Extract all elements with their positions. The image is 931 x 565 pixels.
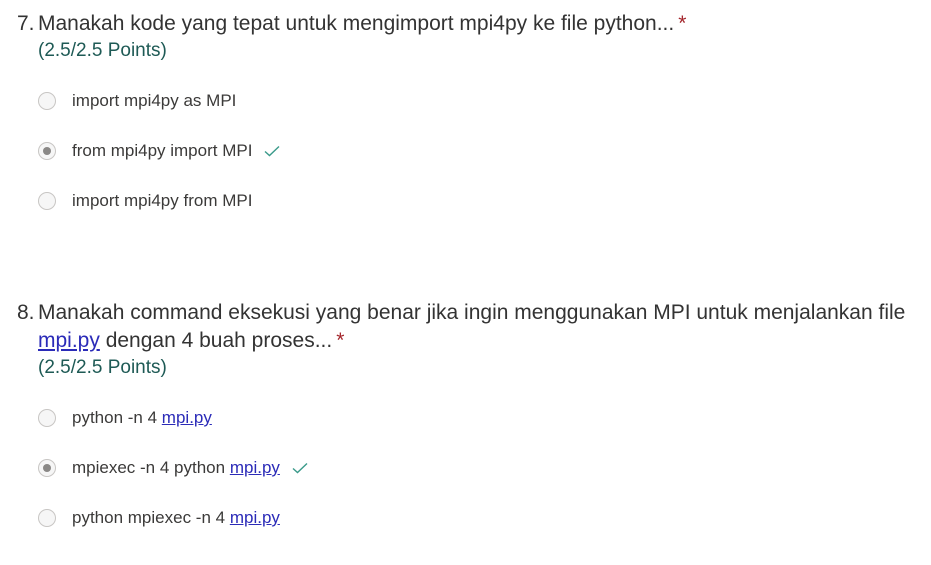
question-7: 7. Manakah kode yang tepat untuk mengimp… <box>17 10 917 226</box>
mpi-py-link[interactable]: mpi.py <box>230 508 280 527</box>
question-text: Manakah kode yang tepat untuk mengimport… <box>38 12 675 35</box>
option-import-mpi4py-as-mpi[interactable]: import mpi4py as MPI <box>38 76 917 126</box>
radio-button[interactable] <box>38 192 56 210</box>
question-title: 8. Manakah command eksekusi yang benar j… <box>17 299 917 355</box>
mpi-py-link[interactable]: mpi.py <box>230 458 280 477</box>
radio-button[interactable] <box>38 92 56 110</box>
question-points: (2.5/2.5 Points) <box>38 40 167 61</box>
options-list: import mpi4py as MPI from mpi4py import … <box>38 76 917 226</box>
option-label: import mpi4py from MPI <box>72 191 253 210</box>
option-import-mpi4py-from-mpi[interactable]: import mpi4py from MPI <box>38 176 917 226</box>
radio-button-selected[interactable] <box>38 459 56 477</box>
question-number: 8. <box>17 301 35 324</box>
option-label: python mpiexec -n 4 <box>72 508 226 527</box>
option-mpiexec-n4-python[interactable]: mpiexec -n 4 python mpi.py <box>38 443 917 493</box>
option-python-mpiexec-n4[interactable]: python mpiexec -n 4 mpi.py <box>38 493 917 543</box>
options-list: python -n 4 mpi.py mpiexec -n 4 python m… <box>38 393 917 543</box>
radio-button[interactable] <box>38 509 56 527</box>
check-icon <box>292 462 308 474</box>
mpi-py-link[interactable]: mpi.py <box>38 329 100 352</box>
option-label: import mpi4py as MPI <box>72 91 237 110</box>
check-icon <box>264 145 280 157</box>
question-number: 7. <box>17 12 35 35</box>
question-text-end: dengan 4 buah proses... <box>105 329 333 352</box>
option-from-mpi4py-import-mpi[interactable]: from mpi4py import MPI <box>38 126 917 176</box>
radio-button[interactable] <box>38 409 56 427</box>
required-asterisk: * <box>678 12 687 35</box>
question-title: 7. Manakah kode yang tepat untuk mengimp… <box>17 10 917 38</box>
radio-button-selected[interactable] <box>38 142 56 160</box>
option-label: python -n 4 <box>72 408 158 427</box>
mpi-py-link[interactable]: mpi.py <box>162 408 212 427</box>
required-asterisk: * <box>336 329 345 352</box>
question-8: 8. Manakah command eksekusi yang benar j… <box>17 299 917 543</box>
option-label: from mpi4py import MPI <box>72 141 253 160</box>
question-points: (2.5/2.5 Points) <box>38 357 167 378</box>
option-label: mpiexec -n 4 python <box>72 458 226 477</box>
question-text: Manakah command eksekusi yang benar jika… <box>38 301 906 324</box>
option-python-n4[interactable]: python -n 4 mpi.py <box>38 393 917 443</box>
